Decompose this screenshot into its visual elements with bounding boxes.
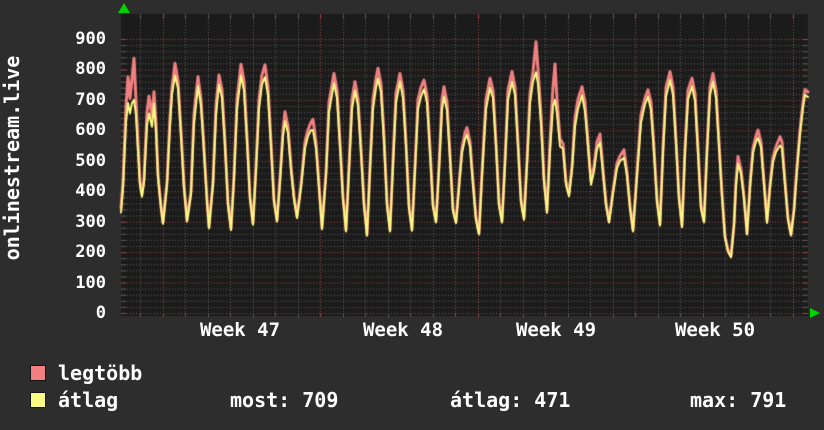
x-tick-label: Week 50 (674, 319, 756, 341)
y-tick-label: 600 (75, 120, 106, 141)
legend-label-legtobb: legtöbb (58, 361, 143, 385)
legend-swatch-atlag (30, 392, 46, 408)
x-tick-label: Week 48 (362, 319, 444, 341)
x-tick-label: Week 49 (515, 319, 597, 341)
y-tick-label: 0 (95, 303, 106, 323)
axis-arrow-right-icon (810, 308, 820, 318)
stat-max: max: 791 (690, 388, 787, 412)
y-tick-label: 800 (75, 59, 106, 80)
axis-arrow-up-icon (118, 3, 130, 13)
stat-atlag: átlag: 471 (450, 388, 571, 412)
y-tick-label: 500 (75, 150, 106, 171)
legend-label-atlag: átlag (58, 388, 119, 412)
graph-page: { "title": "onlinestream.live", "legend"… (0, 0, 824, 430)
y-tick-label: 900 (75, 29, 106, 49)
y-tick-label: 400 (75, 181, 106, 202)
stat-most: most: 709 (230, 388, 339, 412)
y-tick-label: 700 (75, 89, 106, 110)
legend-swatch-legtobb (30, 365, 46, 381)
y-tick-label: 100 (75, 272, 106, 293)
y-tick-label: 300 (75, 211, 106, 232)
y-tick-label: 200 (75, 242, 106, 263)
x-tick-label: Week 47 (199, 319, 281, 341)
